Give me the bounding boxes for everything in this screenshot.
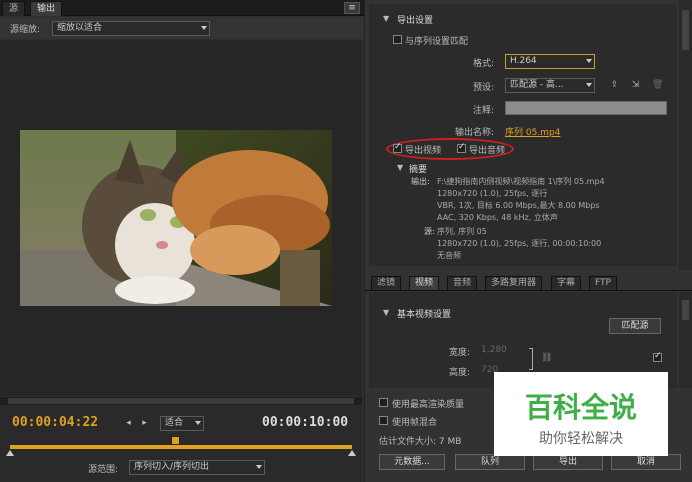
summary-source-lines: 序列, 序列 05 1280x720 (1.0), 25fps, 逐行, 00:… xyxy=(437,226,601,261)
out-point-marker[interactable] xyxy=(348,450,356,456)
watermark-badge: 百科全说 助你轻松解决 xyxy=(494,372,668,456)
tab-source[interactable]: 源 xyxy=(2,1,26,16)
format-label: 格式: xyxy=(473,59,495,69)
summary-source-line: 序列, 序列 05 xyxy=(437,227,487,236)
max-render-checkbox[interactable] xyxy=(379,398,388,407)
tab-captions[interactable]: 字幕 xyxy=(551,276,582,290)
output-name-label: 输出名称: xyxy=(455,128,495,138)
zoom-fit-dropdown[interactable]: 适合 xyxy=(160,416,204,431)
summary-output-lines: F:\捷狗指南内侧视频\视频指南 1\序列 05.mp4 1280x720 (1… xyxy=(437,176,605,223)
tab-ftp[interactable]: FTP xyxy=(589,276,617,290)
output-name-link[interactable]: 序列 05.mp4 xyxy=(505,125,560,138)
playhead[interactable] xyxy=(171,436,180,445)
go-to-in-icon[interactable]: ◂ xyxy=(123,418,134,428)
preview-image xyxy=(20,130,332,306)
export-audio-checkbox[interactable] xyxy=(457,142,466,153)
export-button[interactable]: 导出 xyxy=(533,454,603,470)
frame-blend-checkbox[interactable] xyxy=(379,416,388,425)
source-range-dropdown[interactable]: 序列切入/序列切出 xyxy=(129,460,265,475)
chevron-down-icon xyxy=(201,26,207,30)
height-label: 高度: xyxy=(449,368,471,378)
export-video-label: 导出视频 xyxy=(405,146,442,156)
zoom-fit-value: 适合 xyxy=(165,418,184,428)
preset-label: 预设: xyxy=(473,83,495,93)
timeline-controls: 00:00:04:22 ◂ ▸ 适合 00:00:10:00 源范围: 序列切入… xyxy=(0,405,362,482)
source-range-label: 源范围: xyxy=(88,465,119,475)
export-audio-label: 导出音频 xyxy=(469,146,506,156)
queue-button[interactable]: 队列 xyxy=(455,454,525,470)
collapse-triangle-icon[interactable]: ▼ xyxy=(397,163,403,172)
tab-multiplexer[interactable]: 多路复用器 xyxy=(485,276,543,290)
link-icon[interactable]: ⛓ xyxy=(541,353,552,363)
cancel-button[interactable]: 取消 xyxy=(611,454,681,470)
end-timecode: 00:00:10:00 xyxy=(262,415,349,430)
source-scale-dropdown[interactable]: 缩放以适合 xyxy=(52,21,210,36)
summary-source-line: 无音频 xyxy=(437,251,461,260)
summary-output-line: 1280x720 (1.0), 25fps, 逐行 xyxy=(437,189,548,198)
summary-source-label: 源: xyxy=(424,227,435,236)
tab-output[interactable]: 输出 xyxy=(30,1,63,16)
chevron-down-icon xyxy=(195,421,201,425)
tab-audio[interactable]: 音频 xyxy=(447,276,478,290)
delete-preset-icon[interactable]: 🗑 xyxy=(652,80,663,90)
aspect-bracket xyxy=(529,348,533,370)
scrollbar-thumb[interactable] xyxy=(682,300,689,320)
scrollbar-thumb[interactable] xyxy=(682,10,689,50)
max-render-label: 使用最高渲染质量 xyxy=(392,400,465,410)
panel-menu-icon[interactable]: ≡ xyxy=(344,2,360,14)
chevron-down-icon xyxy=(586,59,592,63)
frame-blend-label: 使用帧混合 xyxy=(392,418,438,428)
timeline-track[interactable] xyxy=(10,445,352,449)
tab-divider xyxy=(365,290,692,291)
export-video-checkbox[interactable] xyxy=(393,142,402,153)
watermark-title: 百科全说 xyxy=(524,391,637,424)
comment-input[interactable] xyxy=(505,101,667,115)
import-preset-icon[interactable]: ⇲ xyxy=(630,80,641,90)
summary-output-line: F:\捷狗指南内侧视频\视频指南 1\序列 05.mp4 xyxy=(437,177,605,186)
summary-output-line: VBR, 1次, 目标 6.00 Mbps,最大 8.00 Mbps xyxy=(437,201,600,210)
panel-tab-bar: 源 输出 ≡ xyxy=(0,0,364,16)
current-timecode[interactable]: 00:00:04:22 xyxy=(12,415,98,430)
source-range-value: 序列切入/序列切出 xyxy=(134,462,210,472)
save-preset-icon[interactable]: ⇪ xyxy=(609,80,620,90)
preview-viewer xyxy=(0,40,362,396)
width-label: 宽度: xyxy=(449,348,471,358)
video-scrollbar[interactable] xyxy=(679,292,692,388)
source-scale-bar: 源缩放: 缩放以适合 xyxy=(0,17,364,39)
preset-dropdown[interactable]: 匹配源 - 高... xyxy=(505,78,595,93)
comment-label: 注释: xyxy=(473,106,495,116)
in-point-marker[interactable] xyxy=(6,450,14,456)
estimated-size: 估计文件大小: 7 MB xyxy=(379,437,462,447)
preset-value: 匹配源 - 高... xyxy=(510,80,564,90)
viewer-horizontal-scrollbar[interactable] xyxy=(0,397,362,405)
tab-video[interactable]: 视频 xyxy=(409,276,440,290)
basic-video-title: 基本视频设置 xyxy=(397,310,452,320)
scrollbar-thumb[interactable] xyxy=(8,398,354,404)
metadata-button[interactable]: 元数据... xyxy=(379,454,445,470)
summary-source-line: 1280x720 (1.0), 25fps, 逐行, 00:00:10:00 xyxy=(437,239,602,248)
export-settings-box: ▼ 导出设置 与序列设置匹配 格式: H.264 预设: 匹配源 - 高... … xyxy=(369,4,677,266)
summary-output-label: 输出: xyxy=(411,177,430,186)
source-scale-value: 缩放以适合 xyxy=(57,23,103,33)
watermark-subtitle: 助你轻松解决 xyxy=(539,431,623,447)
constrain-checkbox[interactable] xyxy=(653,351,662,362)
match-source-button[interactable]: 匹配源 xyxy=(609,318,661,334)
chevron-down-icon xyxy=(586,83,592,87)
summary-title: 摘要 xyxy=(409,165,428,175)
source-scale-label: 源缩放: xyxy=(10,25,41,35)
width-value[interactable]: 1,280 xyxy=(481,345,507,355)
settings-scrollbar[interactable] xyxy=(679,0,692,270)
collapse-triangle-icon[interactable]: ▼ xyxy=(383,14,389,23)
collapse-triangle-icon[interactable]: ▼ xyxy=(383,308,389,317)
match-sequence-label: 与序列设置匹配 xyxy=(405,37,469,47)
format-value: H.264 xyxy=(510,56,537,66)
chevron-down-icon xyxy=(256,465,262,469)
format-dropdown[interactable]: H.264 xyxy=(505,54,595,69)
go-to-out-icon[interactable]: ▸ xyxy=(139,418,150,428)
source-panel: 源 输出 ≡ 源缩放: 缩放以适合 00:00:04:22 ◂ ▸ 适合 00:… xyxy=(0,0,364,482)
summary-output-line: AAC, 320 Kbps, 48 kHz, 立体声 xyxy=(437,213,558,222)
tab-filters[interactable]: 滤镜 xyxy=(371,276,402,290)
export-settings-title: 导出设置 xyxy=(397,16,434,26)
match-sequence-checkbox[interactable] xyxy=(393,35,402,44)
